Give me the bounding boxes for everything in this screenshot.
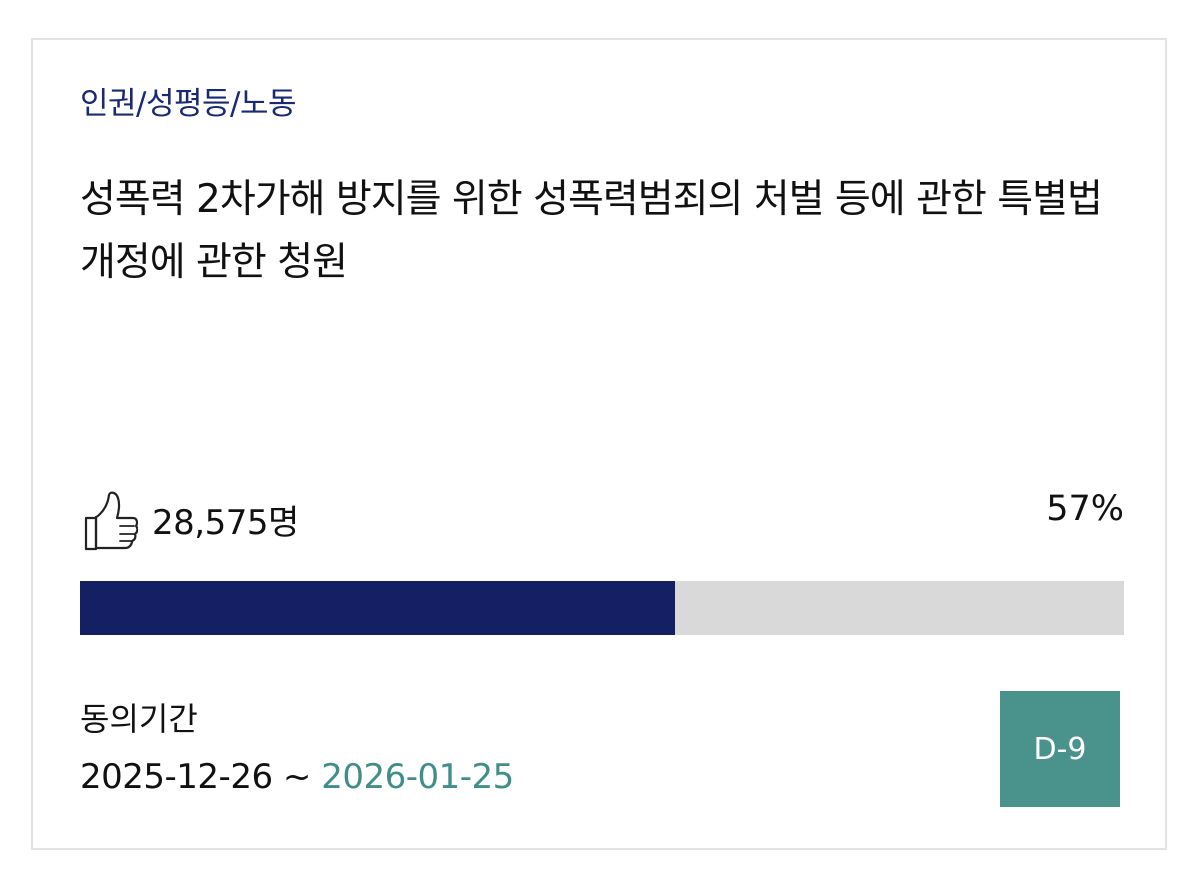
period-separator: ~: [272, 757, 322, 797]
progress-percent: 57%: [1046, 489, 1124, 529]
thumbs-up-icon: [84, 491, 138, 551]
agree-count: 28,575명: [152, 503, 299, 543]
dday-badge: D-9: [1000, 691, 1120, 807]
progress-bar-fill: [80, 581, 676, 635]
progress-bar: [80, 581, 1124, 635]
period-start-date: 2025-12-26: [80, 757, 273, 797]
agree-period: 2025-12-26 ~ 2026-01-25: [80, 755, 514, 799]
agree-stats: 28,575명 57%: [80, 487, 1124, 557]
petition-title[interactable]: 성폭력 2차가해 방지를 위한 성폭력범죄의 처벌 등에 관한 특별법 개정에 …: [80, 168, 1140, 294]
period-end-date: 2026-01-25: [321, 757, 514, 797]
agree-period-label: 동의기간: [80, 700, 198, 738]
petition-category: 인권/성평등/노동: [80, 86, 297, 122]
petition-card[interactable]: 인권/성평등/노동 성폭력 2차가해 방지를 위한 성폭력범죄의 처벌 등에 관…: [31, 38, 1167, 850]
